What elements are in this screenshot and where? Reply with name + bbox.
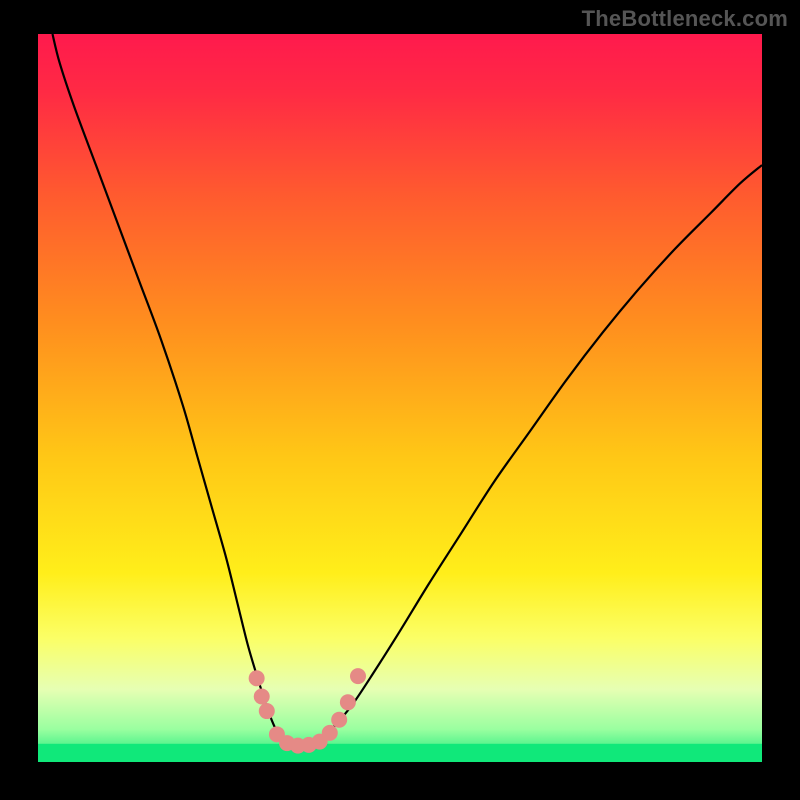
- trough-marker-dot: [249, 670, 265, 686]
- trough-marker-dot: [254, 688, 270, 704]
- trough-marker-dot: [322, 725, 338, 741]
- plot-area: [38, 34, 762, 762]
- green-floor-band: [38, 744, 762, 762]
- trough-marker-dot: [331, 712, 347, 728]
- trough-marker-dot: [340, 694, 356, 710]
- trough-marker-dot: [259, 703, 275, 719]
- chart-frame: TheBottleneck.com: [0, 0, 800, 800]
- trough-marker-dot: [350, 668, 366, 684]
- bottleneck-curve-chart: [0, 0, 800, 800]
